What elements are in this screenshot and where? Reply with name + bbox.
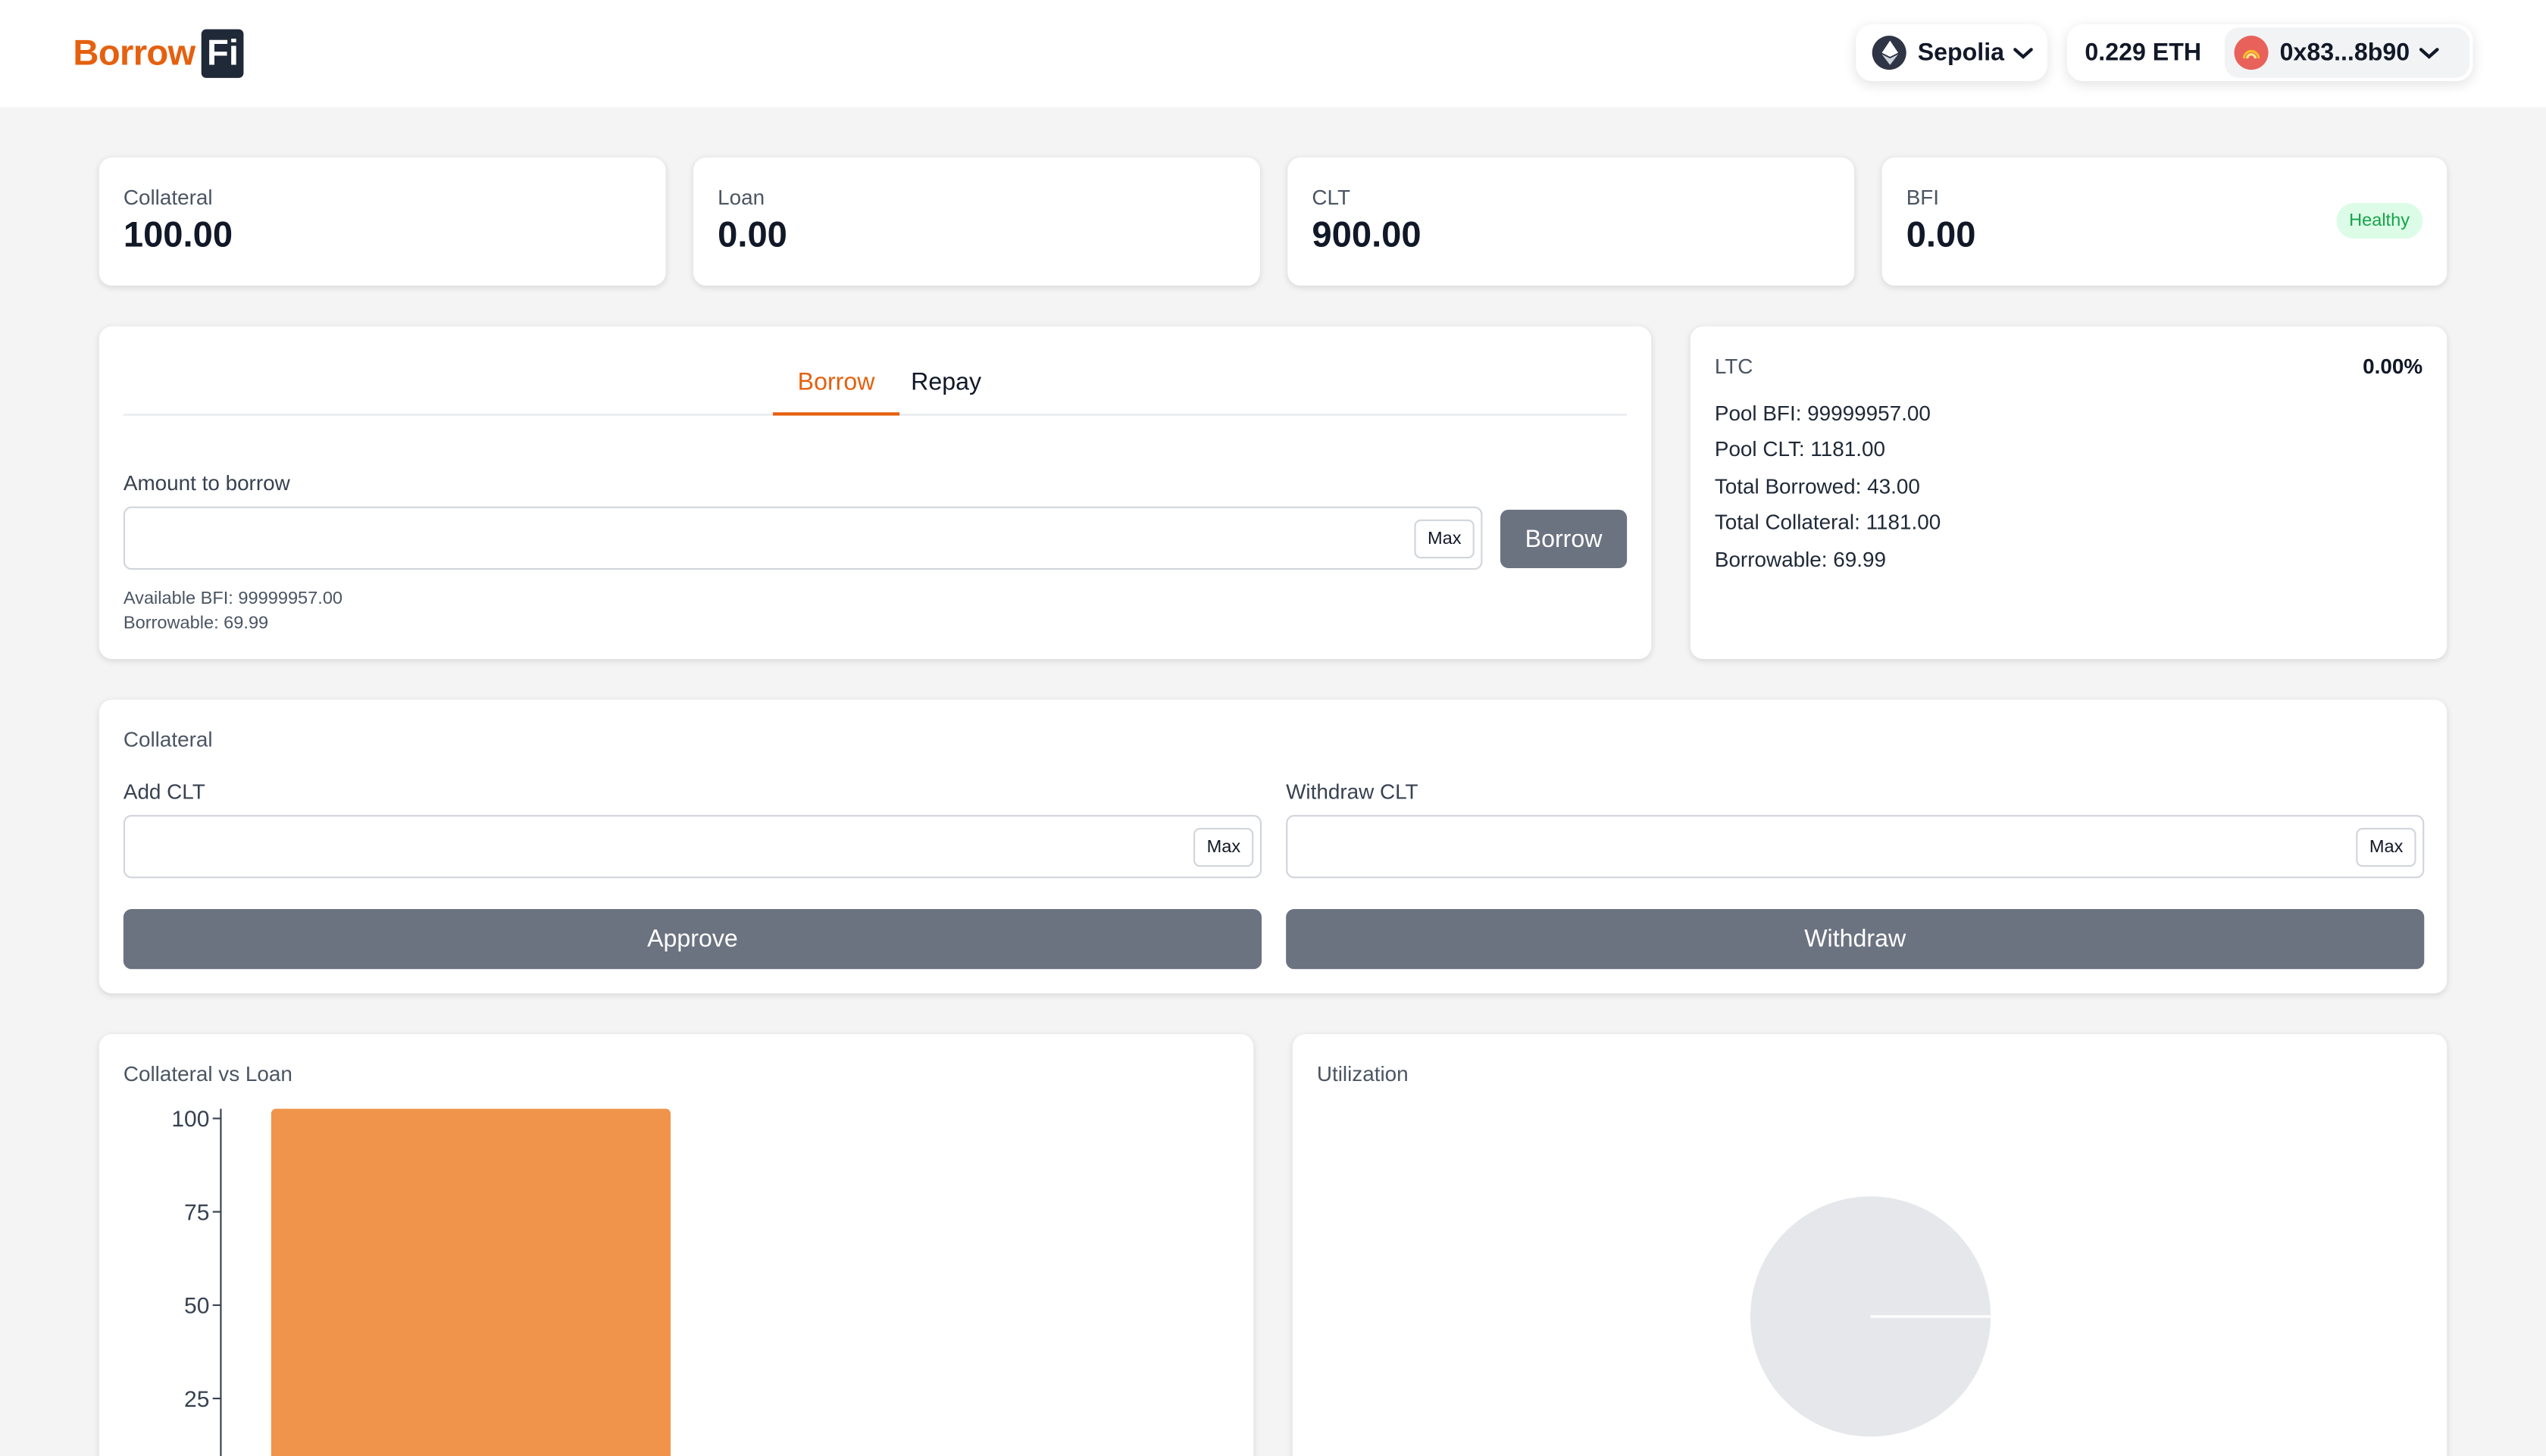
available-bfi-note: Available BFI: 99999957.00 [123,589,343,609]
pie-slices [1750,1196,1991,1437]
tab-repay[interactable]: Repay [911,368,981,395]
y-tick-label: 75 [184,1200,209,1225]
ltv-ratio: 0.00% [2363,354,2423,379]
chevron-down-icon [2419,47,2439,58]
pool-clt: Pool CLT: 1181.00 [1714,436,1885,461]
pool-bfi: Pool BFI: 99999957.00 [1714,401,1931,426]
amount-label: Amount to borrow [123,470,290,495]
borrow-button[interactable]: Borrow [1500,509,1628,568]
withdraw-clt-max-button[interactable]: Max [2356,827,2416,867]
stat-label: Loan [718,185,765,210]
y-axis-ticks: 25 50 75 100 [171,1107,221,1412]
y-tick-label: 25 [184,1387,209,1412]
network-selector[interactable]: Sepolia [1856,24,2048,82]
network-name: Sepolia [1917,39,2005,67]
stat-label: CLT [1312,185,1351,210]
top-header: Borrow Fi Sepolia 0.229 ETH 0x83...8b90 [0,0,2546,108]
pool-borrowable: Borrowable: 69.99 [1714,547,1886,572]
utilization-chart-card: Utilization [1292,1034,2447,1456]
y-tick-label: 100 [171,1107,209,1132]
add-clt-max-button[interactable]: Max [1193,827,1254,867]
health-status-badge: Healthy [2335,202,2423,239]
app-root: Borrow Fi Sepolia 0.229 ETH 0x83...8b90 … [0,0,2546,1456]
withdraw-clt-input[interactable]: Max [1286,814,2425,879]
add-clt-input[interactable]: Max [123,814,1262,879]
brand-logo[interactable]: Borrow Fi [73,29,244,78]
bars [271,1108,671,1456]
logo-word: Borrow [73,32,195,73]
collateral-panel: Collateral Add CLT Withdraw CLT Max Max … [99,699,2447,994]
bar-chart: 25 50 75 100 [171,1107,671,1456]
borrow-repay-panel: Borrow Repay Amount to borrow Max Borrow… [99,326,1652,659]
chevron-down-icon [2013,47,2034,58]
stat-card-loan: Loan 0.00 [693,157,1260,286]
pool-info-panel: LTC 0.00% Pool BFI: 99999957.00 Pool CLT… [1690,326,2447,659]
add-clt-label: Add CLT [123,779,205,804]
y-tick-label: 50 [184,1294,209,1319]
withdraw-button[interactable]: Withdraw [1286,909,2425,970]
stat-value: 0.00 [718,214,787,255]
stat-value: 0.00 [1906,214,1976,255]
stat-label: BFI [1906,185,1940,210]
collateral-title: Collateral [123,727,213,752]
pool-title: LTC [1714,354,1753,379]
total-borrowed: Total Borrowed: 43.00 [1714,473,1920,498]
stat-card-collateral: Collateral 100.00 [99,157,666,286]
wallet-address: 0x83...8b90 [2279,39,2410,67]
stat-label: Collateral [123,185,213,210]
pie-chart [1750,1196,1991,1437]
withdraw-clt-label: Withdraw CLT [1286,779,1418,804]
approve-button[interactable]: Approve [123,909,1262,970]
eth-balance: 0.229 ETH [2085,39,2202,67]
collateral-vs-loan-chart-card: Collateral vs Loan 25 50 75 100 [99,1034,1254,1456]
tab-borrow[interactable]: Borrow [772,368,900,416]
stat-value: 900.00 [1312,214,1422,255]
borrow-repay-tabs: Borrow Repay [123,361,1628,416]
stat-value: 100.00 [123,214,233,255]
logo-badge: Fi [202,29,244,78]
account-button[interactable]: 0.229 ETH 0x83...8b90 [2066,24,2473,82]
stat-card-clt: CLT 900.00 [1287,157,1855,286]
total-collateral: Total Collateral: 1181.00 [1714,509,1941,534]
ethereum-icon [1872,36,1906,70]
address-pill[interactable]: 0x83...8b90 [2224,27,2470,78]
avatar-icon [2234,36,2269,70]
bar-collateral[interactable] [271,1108,671,1456]
borrow-amount-input[interactable]: Max [123,506,1483,570]
borrow-max-button[interactable]: Max [1414,519,1475,559]
stat-card-bfi: BFI 0.00 Healthy [1881,157,2447,286]
borrowable-note: Borrowable: 69.99 [123,614,269,633]
